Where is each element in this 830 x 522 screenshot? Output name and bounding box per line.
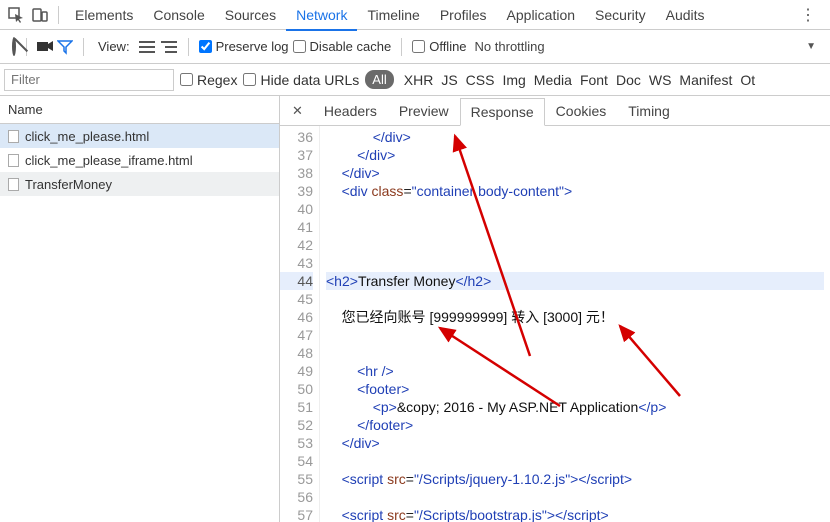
filter-type-js[interactable]: JS xyxy=(437,72,461,88)
filter-type-manifest[interactable]: Manifest xyxy=(675,72,736,88)
tab-elements[interactable]: Elements xyxy=(65,1,143,31)
detail-tabs: ✕ HeadersPreviewResponseCookiesTiming xyxy=(280,96,830,126)
detail-tab-headers[interactable]: Headers xyxy=(313,97,388,125)
request-name: click_me_please.html xyxy=(25,129,149,144)
filter-icon[interactable] xyxy=(57,39,73,55)
response-body[interactable]: 3637383940414243444546474849505152535455… xyxy=(280,126,830,522)
close-detail-icon[interactable]: ✕ xyxy=(284,103,311,119)
view-list-icon[interactable] xyxy=(138,38,156,56)
disable-cache-checkbox[interactable]: Disable cache xyxy=(293,39,392,54)
separator xyxy=(58,6,59,24)
filter-bar: Regex Hide data URLs All XHRJSCSSImgMedi… xyxy=(0,64,830,96)
devtools-main-tabs: ElementsConsoleSourcesNetworkTimelinePro… xyxy=(0,0,830,30)
view-tree-icon[interactable] xyxy=(160,38,178,56)
detail-tab-response[interactable]: Response xyxy=(460,98,545,126)
detail-tab-preview[interactable]: Preview xyxy=(388,97,460,125)
tab-security[interactable]: Security xyxy=(585,1,656,31)
request-name: click_me_please_iframe.html xyxy=(25,153,193,168)
request-row[interactable]: click_me_please.html xyxy=(0,124,279,148)
more-menu-icon[interactable]: ⋮ xyxy=(790,5,826,25)
filter-type-media[interactable]: Media xyxy=(530,72,576,88)
tab-console[interactable]: Console xyxy=(143,1,214,31)
request-name: TransferMoney xyxy=(25,177,112,192)
regex-checkbox[interactable]: Regex xyxy=(180,72,237,88)
preserve-log-checkbox[interactable]: Preserve log xyxy=(199,39,289,54)
filter-type-all[interactable]: All xyxy=(365,70,393,89)
filter-input[interactable] xyxy=(4,69,174,91)
request-row[interactable]: click_me_please_iframe.html xyxy=(0,148,279,172)
detail-pane: ✕ HeadersPreviewResponseCookiesTiming 36… xyxy=(280,96,830,522)
file-icon xyxy=(8,130,19,143)
detail-tab-timing[interactable]: Timing xyxy=(617,97,681,125)
inspect-icon[interactable] xyxy=(4,3,28,27)
throttle-chevron-icon[interactable]: ▼ xyxy=(800,41,822,52)
tab-network[interactable]: Network xyxy=(286,1,357,31)
request-list-pane: Name click_me_please.htmlclick_me_please… xyxy=(0,96,280,522)
request-list: click_me_please.html click_me_please_ifra… xyxy=(0,124,279,522)
throttling-select[interactable]: No throttling xyxy=(475,39,545,54)
name-column-header[interactable]: Name xyxy=(0,96,279,124)
filter-type-css[interactable]: CSS xyxy=(462,72,499,88)
request-row[interactable]: TransferMoney xyxy=(0,172,279,196)
hide-data-urls-checkbox[interactable]: Hide data URLs xyxy=(243,72,359,88)
file-icon xyxy=(8,178,19,191)
tab-sources[interactable]: Sources xyxy=(215,1,286,31)
offline-checkbox[interactable]: Offline xyxy=(412,39,466,54)
filter-type-font[interactable]: Font xyxy=(576,72,612,88)
filter-type-xhr[interactable]: XHR xyxy=(400,72,438,88)
filter-type-doc[interactable]: Doc xyxy=(612,72,645,88)
tab-application[interactable]: Application xyxy=(497,1,586,31)
filter-type-ws[interactable]: WS xyxy=(645,72,676,88)
detail-tab-cookies[interactable]: Cookies xyxy=(545,97,618,125)
file-icon xyxy=(8,154,19,167)
tab-timeline[interactable]: Timeline xyxy=(357,1,429,31)
device-mode-icon[interactable] xyxy=(28,3,52,27)
tab-profiles[interactable]: Profiles xyxy=(430,1,497,31)
filter-type-ot[interactable]: Ot xyxy=(736,72,759,88)
tab-audits[interactable]: Audits xyxy=(656,1,715,31)
view-label: View: xyxy=(98,39,130,54)
filter-type-img[interactable]: Img xyxy=(498,72,529,88)
screenshot-icon[interactable] xyxy=(37,39,53,55)
network-toolbar: View: Preserve log Disable cache Offline… xyxy=(0,30,830,64)
clear-button[interactable] xyxy=(12,39,16,54)
